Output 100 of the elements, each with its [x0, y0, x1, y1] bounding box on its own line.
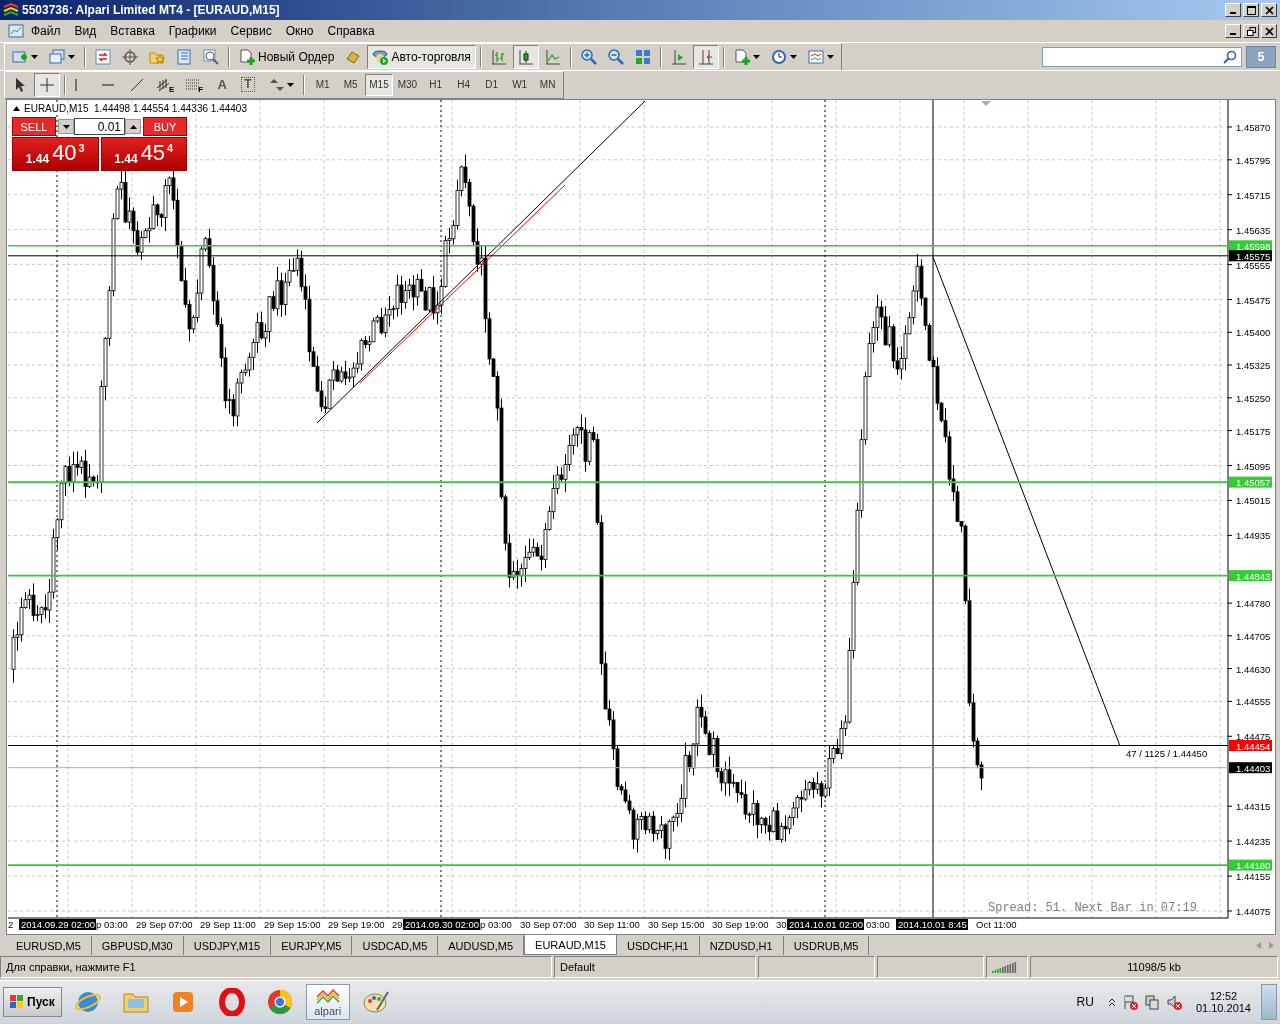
toolbar-button[interactable]: F [180, 72, 209, 97]
person-play-icon [372, 48, 389, 65]
timeframe-button[interactable]: W1 [506, 73, 534, 96]
list-panel-icon [176, 48, 192, 65]
decrease-button[interactable] [58, 119, 74, 134]
clock-time[interactable]: 12:52 [1209, 990, 1238, 1002]
maximize-button[interactable] [1243, 3, 1259, 17]
price-axis-label: 1.44630 [1236, 663, 1271, 675]
toolbar-button[interactable]: T [236, 72, 263, 97]
chrome-logo-icon [265, 988, 294, 1016]
lot-size-field[interactable]: 0.01 [74, 118, 125, 135]
time-axis-label: 29 Sep 19:00 [328, 919, 385, 930]
timeframe-button[interactable]: H4 [450, 73, 478, 96]
time-axis-label: 30 Sep 15:00 [648, 919, 705, 930]
flag-error-icon[interactable] [1121, 994, 1138, 1010]
diagonal-line-icon [129, 76, 145, 93]
menu-item[interactable]: Графики [161, 24, 224, 38]
clock-icon [770, 48, 787, 65]
windows-flag-icon [10, 995, 24, 1009]
time-axis-label: p 03:00 [480, 919, 512, 930]
buy-button[interactable]: BUY [143, 117, 187, 136]
ring-icon [217, 988, 246, 1016]
caret-icon [752, 54, 760, 59]
chart-header-text: EURAUD,M15 1.44498 1.44554 1.44336 1.44403 [24, 103, 247, 114]
time-marker-label: 2014.10.01 8:45 [896, 919, 968, 930]
chevron-up-icon[interactable] [1107, 997, 1116, 1007]
price-axis-label: 1.44705 [1236, 630, 1271, 642]
tick-mark [1227, 700, 1233, 702]
price-axis-label: 1.44075 [1236, 906, 1271, 917]
minimize-button[interactable] [1225, 24, 1241, 38]
tick-mark [1227, 805, 1233, 807]
increase-button[interactable] [125, 119, 141, 134]
time-axis-label: 30 [776, 919, 787, 930]
menu-item[interactable]: Файл [24, 24, 68, 38]
toolbar-button[interactable] [512, 44, 539, 69]
sell-button[interactable]: SELL [12, 117, 56, 136]
time-axis-label: 29 Sep 11:00 [200, 919, 256, 930]
line-chart-icon [544, 48, 561, 65]
document-plus-icon [733, 48, 750, 65]
start-button[interactable]: Пуск [3, 987, 62, 1017]
timeframe-button[interactable]: M5 [337, 73, 365, 96]
price-axis-label: 1.45250 [1236, 392, 1271, 404]
network-icon[interactable] [1143, 994, 1160, 1010]
toolbar-button[interactable]: Авто-торговля [367, 44, 476, 69]
maximize-icon [1246, 5, 1256, 15]
toolbar-button[interactable]: E [151, 72, 180, 97]
price-axis-label: 1.44315 [1236, 801, 1271, 813]
time-axis-label: p 03:00 [96, 919, 128, 930]
toolbar-button[interactable]: A [209, 72, 236, 97]
tick-mark [1227, 126, 1233, 128]
time-marker-label: 2014.09.29 02:00 [19, 919, 96, 930]
price-axis-label: 1.44555 [1236, 696, 1271, 708]
time-axis-label: 30 Sep 07:00 [520, 919, 577, 930]
timeframe-button[interactable]: M1 [309, 73, 337, 96]
clock-date[interactable]: 01.10.2014 [1195, 1002, 1251, 1014]
toolbar-button[interactable] [692, 44, 719, 69]
menu-item[interactable]: Сервис [223, 24, 279, 38]
show-desktop-button[interactable] [1261, 984, 1277, 1020]
timeframe-button[interactable]: M30 [393, 73, 422, 96]
tick-mark [1227, 331, 1233, 333]
toolbar-button[interactable]: Новый Ордер [234, 44, 340, 69]
price-tag-label: 1.45057 [1236, 477, 1271, 489]
triangle-icon [13, 106, 20, 111]
time-axis-label: 29 Sep 15:00 [264, 919, 321, 930]
language-button[interactable]: RU [1072, 995, 1098, 1009]
close-button[interactable] [1261, 3, 1277, 17]
timeframe-button[interactable]: MN [534, 73, 562, 96]
timeframe-button[interactable]: H1 [422, 73, 450, 96]
speaker-muted-icon[interactable] [1165, 994, 1182, 1010]
time-axis-label: Oct 11:00 [976, 919, 1017, 930]
price-axis-label: 1.45715 [1236, 189, 1271, 201]
status-text: Для справки, нажмите F1 [0, 956, 552, 978]
toolbar-button[interactable] [34, 72, 60, 97]
dotted-lines-icon [185, 76, 202, 93]
price-axis-label: 1.45795 [1236, 154, 1271, 166]
menu-item[interactable]: Вставка [103, 24, 162, 38]
timeframe-button[interactable]: M15 [365, 73, 393, 96]
app-logo-icon [3, 2, 19, 18]
close-button[interactable] [1261, 24, 1277, 38]
window-stack-icon [49, 48, 65, 65]
menu-item[interactable]: Окно [278, 24, 321, 38]
search-field[interactable] [1042, 46, 1242, 67]
candlestick-icon [517, 48, 534, 65]
profile-name: Default [554, 956, 756, 978]
tick-mark [1227, 534, 1233, 536]
taskbar-app-button[interactable]: alpari [305, 984, 350, 1020]
minimize-button[interactable] [1225, 3, 1241, 17]
zoom-out-icon [607, 48, 624, 65]
menu-item[interactable]: Справка [320, 24, 382, 38]
tick-mark [1227, 430, 1233, 432]
connection-bars-icon [992, 961, 1017, 973]
traffic-text: 11098/5 kb [1030, 956, 1278, 978]
timeframe-button[interactable]: D1 [478, 73, 506, 96]
tick-mark [1227, 159, 1233, 161]
menu-item[interactable]: Вид [67, 24, 104, 38]
price-tag-label: 1.45575 [1236, 250, 1271, 262]
chart-tab[interactable]: EURAUD,M15 [524, 935, 617, 955]
price-axis-label: 1.45475 [1236, 294, 1271, 306]
price-axis-label: 1.44235 [1236, 836, 1271, 848]
restore-button[interactable] [1243, 24, 1259, 38]
